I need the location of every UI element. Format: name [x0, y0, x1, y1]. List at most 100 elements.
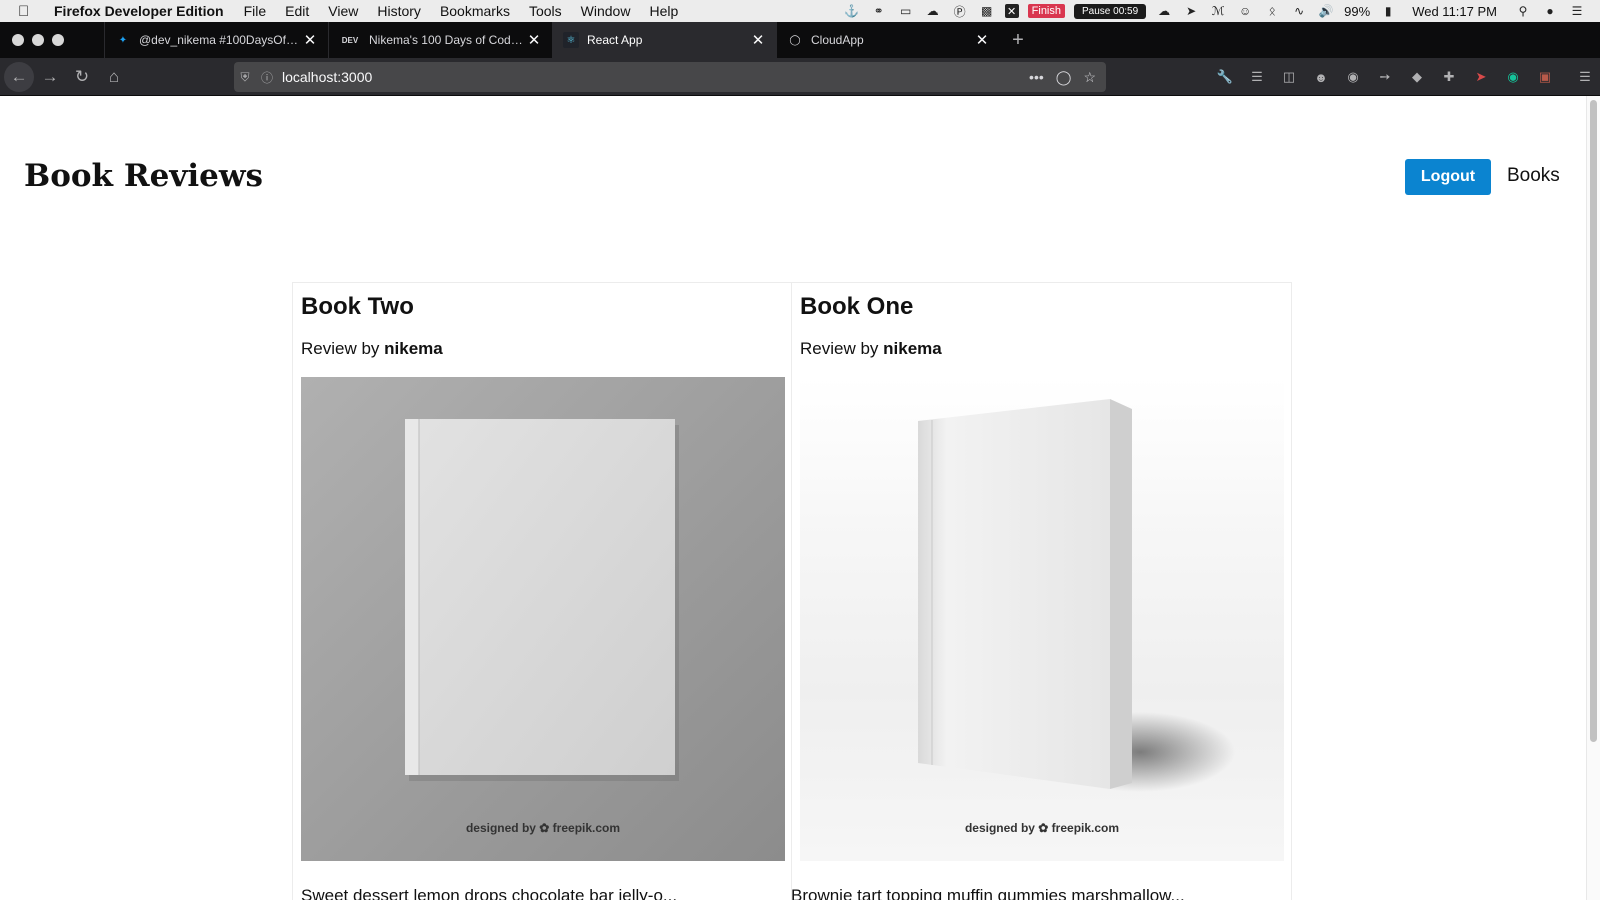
menu-help[interactable]: Help	[649, 3, 678, 19]
book-cover-image: designed by ✿ freepik.com	[301, 377, 785, 861]
review-card[interactable]: Book One Review by nikema designed by ✿ …	[792, 283, 1291, 900]
tab-cloudapp[interactable]: ◯ CloudApp ✕	[776, 22, 1000, 58]
tab-react-app[interactable]: ⚛ React App ✕	[552, 22, 776, 58]
battery-icon[interactable]: ▮	[1379, 4, 1397, 18]
sidebar-icon[interactable]: ◫	[1280, 69, 1298, 85]
volume-icon[interactable]: 🔊	[1317, 4, 1335, 18]
tab-dev[interactable]: DEV Nikema's 100 Days of Code - DEV ✕	[328, 22, 552, 58]
menu-view[interactable]: View	[328, 3, 358, 19]
reload-button[interactable]: ↻	[66, 67, 98, 87]
tracking-protection-icon[interactable]: ⛨	[234, 70, 256, 85]
menu-edit[interactable]: Edit	[285, 3, 309, 19]
menu-bookmarks[interactable]: Bookmarks	[440, 3, 510, 19]
toolbar-extensions: 🔧 ☰ ◫ ☻ ◉ ➙ ◆ ✚ ➤ ◉ ▣ ☰	[1216, 58, 1594, 96]
new-tab-button[interactable]: +	[1000, 29, 1036, 52]
review-card[interactable]: Book Two Review by nikema designed by ✿ …	[293, 283, 792, 900]
twitter-icon: ✦	[118, 34, 128, 46]
review-snippet: Sweet dessert lemon drops chocolate bar …	[301, 886, 678, 900]
standing-book-illustration	[918, 399, 1235, 792]
creative-cloud-icon[interactable]: ⚭	[870, 4, 888, 18]
spotlight-search-icon[interactable]: ⚲	[1514, 4, 1532, 18]
menu-tools[interactable]: Tools	[529, 3, 562, 19]
hamburger-menu-icon[interactable]: ☰	[1576, 69, 1594, 85]
site-info-icon[interactable]: ⓘ	[256, 69, 278, 86]
cloud-icon[interactable]: ☁	[1155, 4, 1173, 18]
menu-history[interactable]: History	[377, 3, 421, 19]
extension-b-icon[interactable]: ➙	[1376, 69, 1394, 85]
tab-title: CloudApp	[811, 33, 864, 47]
grammarly-icon[interactable]: ◉	[1504, 69, 1522, 85]
reviewer-name: nikema	[384, 339, 443, 358]
page-actions-icon[interactable]: •••	[1029, 69, 1044, 86]
cloud-sync-icon[interactable]: ☁	[924, 4, 942, 18]
accessibility-icon[interactable]: ☺	[1236, 4, 1254, 18]
navigation-toolbar: ← → ↻ ⌂ ⛨ ⓘ localhost:3000 ••• ◯ ☆ 🔧 ☰ ◫…	[0, 58, 1600, 96]
devtools-wrench-icon[interactable]: 🔧	[1216, 69, 1234, 85]
react-icon: ⚛	[563, 32, 579, 48]
tab-twitter[interactable]: ✦ @dev_nikema #100DaysOfCode ✕	[104, 22, 328, 58]
close-tab-icon[interactable]: ✕	[974, 31, 990, 49]
app-menu[interactable]: Firefox Developer Edition	[54, 3, 224, 19]
review-byline: Review by nikema	[800, 339, 1283, 359]
pause-timer-button[interactable]: Pause 00:59	[1074, 3, 1147, 19]
battery-percent: 99%	[1344, 3, 1371, 19]
book-title[interactable]: Book Two	[301, 293, 783, 321]
wifi-icon[interactable]: ∿	[1290, 4, 1308, 18]
m-app-icon[interactable]: ℳ	[1209, 4, 1227, 18]
menu-file[interactable]: File	[244, 3, 267, 19]
extension-a-icon[interactable]: ◉	[1344, 69, 1362, 85]
tab-title: Nikema's 100 Days of Code - DEV	[369, 33, 526, 47]
bluetooth-icon[interactable]: ᛟ	[1263, 4, 1281, 18]
close-timer-icon[interactable]: ✕	[1004, 4, 1019, 18]
dev-icon: DEV	[341, 35, 359, 45]
extension-gem-icon[interactable]: ◆	[1408, 69, 1426, 85]
macos-menu-bar:  Firefox Developer Edition File Edit Vi…	[0, 0, 1600, 22]
reviewer-name: nikema	[883, 339, 942, 358]
close-tab-icon[interactable]: ✕	[526, 31, 542, 49]
siri-icon[interactable]: ●	[1541, 4, 1559, 18]
notification-center-icon[interactable]: ☰	[1568, 4, 1586, 18]
byline-prefix: Review by	[800, 339, 879, 358]
back-button[interactable]: ←	[4, 61, 34, 92]
home-button[interactable]: ⌂	[98, 67, 130, 87]
page-viewport: Book Reviews Logout Books Book Two Revie…	[0, 96, 1586, 900]
logout-button[interactable]: Logout	[1405, 159, 1491, 195]
forward-button[interactable]: →	[34, 67, 66, 87]
notes-icon[interactable]: ▭	[897, 4, 915, 18]
book-cover-image: designed by ✿ freepik.com	[800, 377, 1284, 861]
camera-off-icon[interactable]: ▩	[978, 4, 996, 18]
close-tab-icon[interactable]: ✕	[302, 31, 318, 49]
image-credit: designed by ✿ freepik.com	[465, 821, 621, 835]
bookmark-star-icon[interactable]: ☆	[1083, 69, 1096, 86]
tab-title: React App	[587, 33, 643, 47]
library-icon[interactable]: ☰	[1248, 69, 1266, 85]
close-window-button[interactable]	[12, 34, 24, 46]
menu-window[interactable]: Window	[581, 3, 631, 19]
cloudapp-icon: ◯	[789, 34, 801, 46]
books-nav-link[interactable]: Books	[1507, 165, 1560, 187]
extension-brown-icon[interactable]: ▣	[1536, 69, 1554, 85]
clock[interactable]: Wed 11:17 PM	[1412, 4, 1497, 19]
close-tab-icon[interactable]: ✕	[750, 31, 766, 49]
scrollbar-thumb[interactable]	[1590, 100, 1597, 742]
zoom-window-button[interactable]	[52, 34, 64, 46]
minimize-window-button[interactable]	[32, 34, 44, 46]
closed-book-illustration	[405, 419, 679, 781]
docker-icon[interactable]: ⚓	[843, 4, 861, 18]
status-tray: ⚓ ⚭ ▭ ☁ Ⓟ ▩ ✕ Finish Pause 00:59 ☁ ➤ ℳ ☺…	[843, 0, 1586, 22]
extension-plus-icon[interactable]: ✚	[1440, 69, 1458, 85]
url-bar[interactable]: ⛨ ⓘ localhost:3000 ••• ◯ ☆	[234, 62, 1106, 92]
pocket-icon[interactable]: ◯	[1056, 69, 1072, 86]
url-text[interactable]: localhost:3000	[282, 69, 1029, 85]
review-snippet: Brownie tart topping muffin gummies mars…	[791, 886, 1185, 900]
tab-strip: ✦ @dev_nikema #100DaysOfCode ✕ DEV Nikem…	[0, 22, 1600, 58]
rocket-icon[interactable]: ➤	[1182, 4, 1200, 18]
window-controls	[12, 34, 104, 46]
book-title[interactable]: Book One	[800, 293, 1283, 321]
onepassword-icon[interactable]: Ⓟ	[951, 4, 969, 19]
extension-red-icon[interactable]: ➤	[1472, 69, 1490, 85]
account-icon[interactable]: ☻	[1312, 70, 1330, 85]
apple-icon[interactable]: 	[18, 3, 38, 20]
finish-button[interactable]: Finish	[1027, 4, 1065, 18]
tab-title: @dev_nikema #100DaysOfCode	[139, 33, 302, 47]
